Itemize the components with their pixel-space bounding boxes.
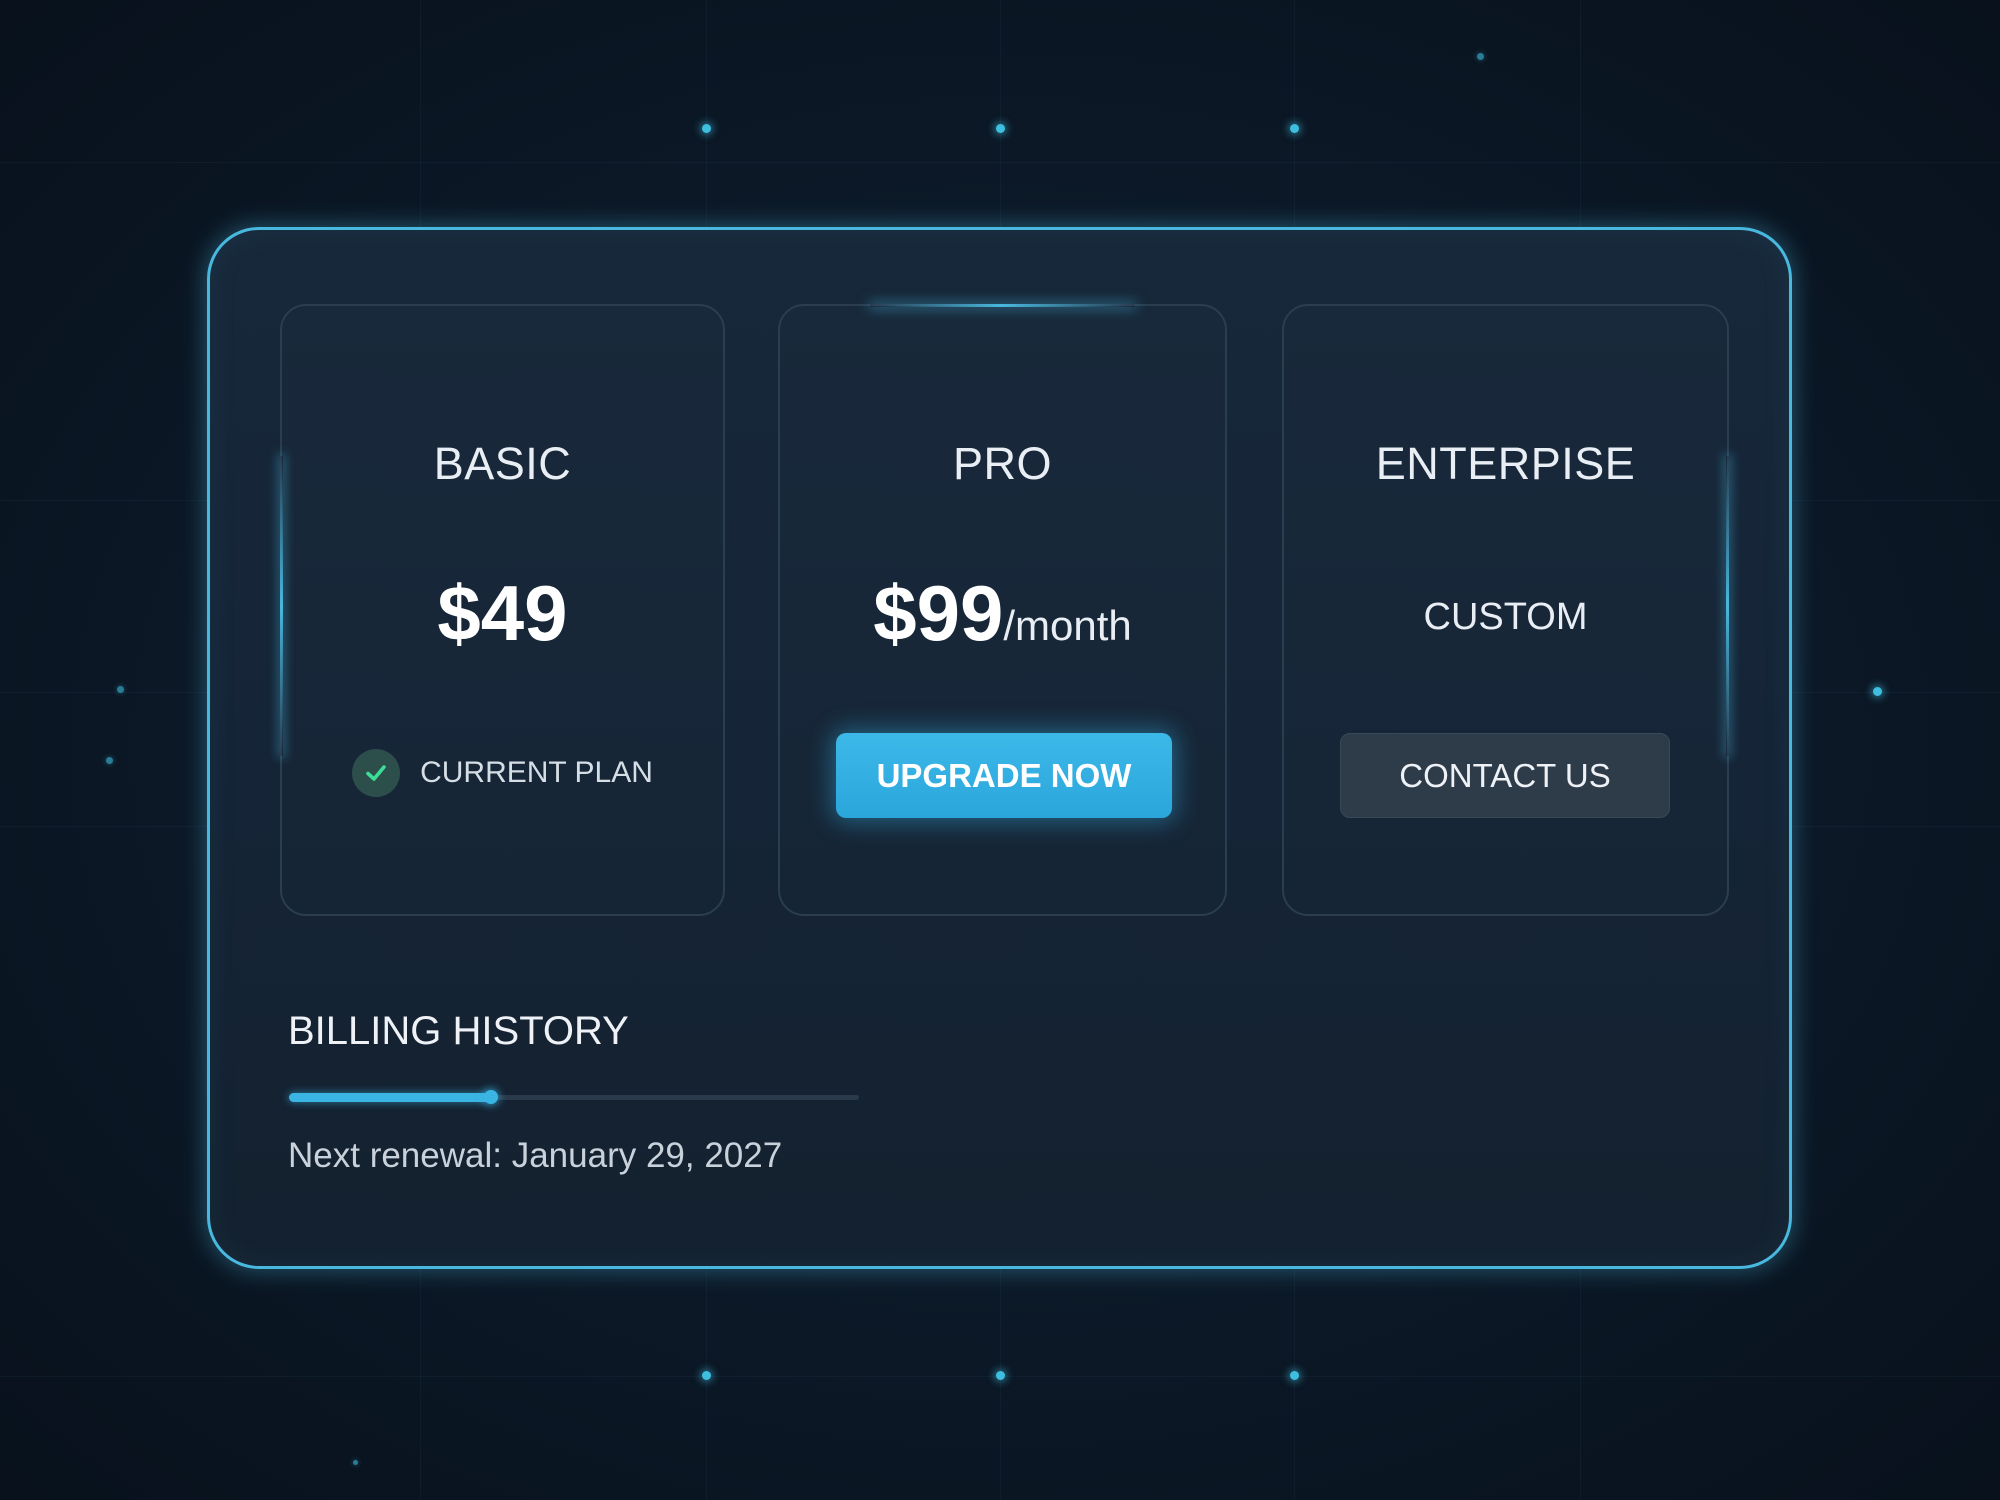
plan-price: $49: [282, 568, 723, 658]
contact-us-button[interactable]: CONTACT US: [1340, 733, 1670, 818]
check-icon: [352, 749, 401, 797]
plan-name: PRO: [952, 438, 1052, 489]
upgrade-now-button[interactable]: UPGRADE NOW: [836, 733, 1172, 818]
billing-progress-bar: [289, 1090, 859, 1104]
decorative-dot: [996, 124, 1005, 133]
pricing-panel: BASIC $49 CURRENT PLAN PRO $99/month UPG…: [207, 227, 1792, 1269]
plan-price: $99/month: [780, 568, 1225, 671]
decorative-dot: [996, 1371, 1005, 1380]
billing-progress-fill: [289, 1093, 492, 1102]
price-amount: $49: [437, 569, 568, 657]
plan-card-basic: BASIC $49 CURRENT PLAN: [280, 304, 725, 916]
background-grid-line: [0, 162, 2000, 163]
app-background: BASIC $49 CURRENT PLAN PRO $99/month UPG…: [0, 0, 2000, 1500]
current-plan-indicator: CURRENT PLAN: [282, 749, 723, 797]
decorative-dot: [1477, 53, 1484, 60]
card-edge-glow: [870, 304, 1135, 307]
decorative-dot: [117, 686, 124, 693]
current-plan-label: CURRENT PLAN: [420, 756, 653, 789]
plan-card-enterprise: ENTERPISE CUSTOM CONTACT US: [1282, 304, 1729, 916]
decorative-dot: [1290, 124, 1299, 133]
price-amount: $99: [873, 569, 1004, 657]
decorative-dot: [106, 757, 113, 764]
plan-name: ENTERPISE: [1375, 438, 1636, 489]
billing-history-title: BILLING HISTORY: [288, 1009, 629, 1053]
next-renewal-text: Next renewal: January 29, 2027: [288, 1136, 783, 1175]
decorative-dot: [1873, 687, 1882, 696]
decorative-dot: [1290, 1371, 1299, 1380]
decorative-dot: [353, 1460, 358, 1465]
plan-price: CUSTOM: [1423, 596, 1588, 638]
plan-card-pro: PRO $99/month UPGRADE NOW: [778, 304, 1227, 916]
decorative-dot: [702, 124, 711, 133]
plan-name: BASIC: [433, 438, 572, 489]
billing-progress-knob: [484, 1090, 499, 1104]
price-unit: /month: [1003, 602, 1132, 649]
decorative-dot: [702, 1371, 711, 1380]
